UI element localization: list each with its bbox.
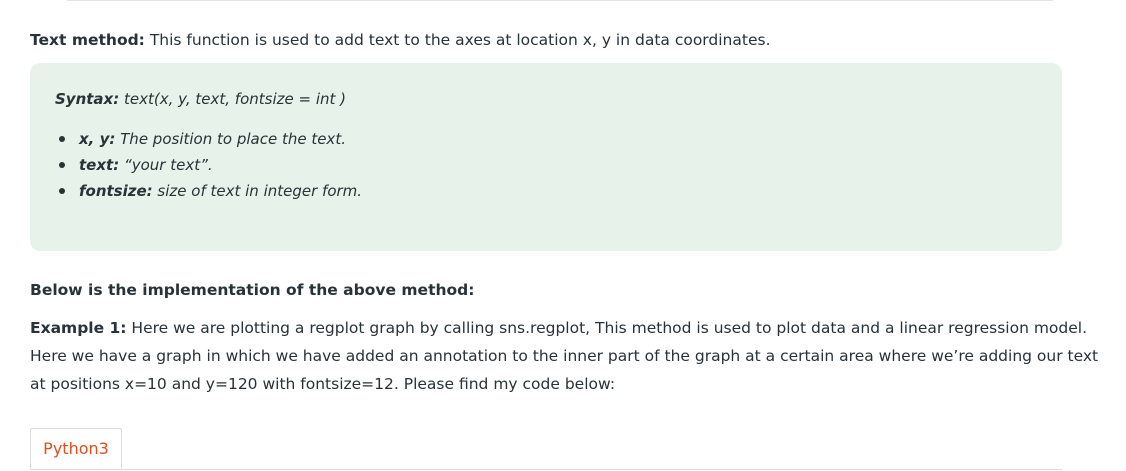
param-desc: “your text”. <box>119 156 213 174</box>
list-item: text: “your text”. <box>55 152 362 178</box>
param-name: text: <box>79 156 120 174</box>
example-line-1: Here we are plotting a regplot graph by … <box>126 319 1088 337</box>
list-item: fontsize: size of text in integer form. <box>55 178 362 204</box>
example-label: Example 1: <box>30 319 127 337</box>
syntax-label: Syntax: <box>55 90 120 108</box>
example-paragraph: Example 1: Here we are plotting a regplo… <box>30 314 1098 398</box>
top-divider <box>67 0 1053 1</box>
example-line-2: Here we have a graph in which we have ad… <box>30 347 1099 365</box>
code-tab-bar: Python3 <box>30 428 1062 470</box>
param-desc: The position to place the text. <box>115 130 346 148</box>
text-method-description: This function is used to add text to the… <box>144 31 771 49</box>
bullet-icon <box>59 162 65 168</box>
param-desc: size of text in integer form. <box>152 182 363 200</box>
bullet-icon <box>59 188 65 194</box>
implementation-heading-text: Below is the implementation of the above… <box>30 281 475 299</box>
example-line-3: at positions x=10 and y=120 with fontsiz… <box>30 375 616 393</box>
syntax-box: Syntax: text(x, y, text, fontsize = int … <box>30 63 1062 251</box>
tab-python3[interactable]: Python3 <box>30 428 122 469</box>
implementation-heading: Below is the implementation of the above… <box>30 276 474 304</box>
syntax-line: Syntax: text(x, y, text, fontsize = int … <box>55 90 346 108</box>
param-name: x, y: <box>79 130 116 148</box>
param-list: x, y: The position to place the text. te… <box>55 126 362 204</box>
param-name: fontsize: <box>79 182 153 200</box>
bullet-icon <box>59 136 65 142</box>
syntax-value: text(x, y, text, fontsize = int ) <box>119 90 346 108</box>
list-item: x, y: The position to place the text. <box>55 126 362 152</box>
text-method-label: Text method: <box>30 31 145 49</box>
text-method-paragraph: Text method: This function is used to ad… <box>30 26 771 54</box>
